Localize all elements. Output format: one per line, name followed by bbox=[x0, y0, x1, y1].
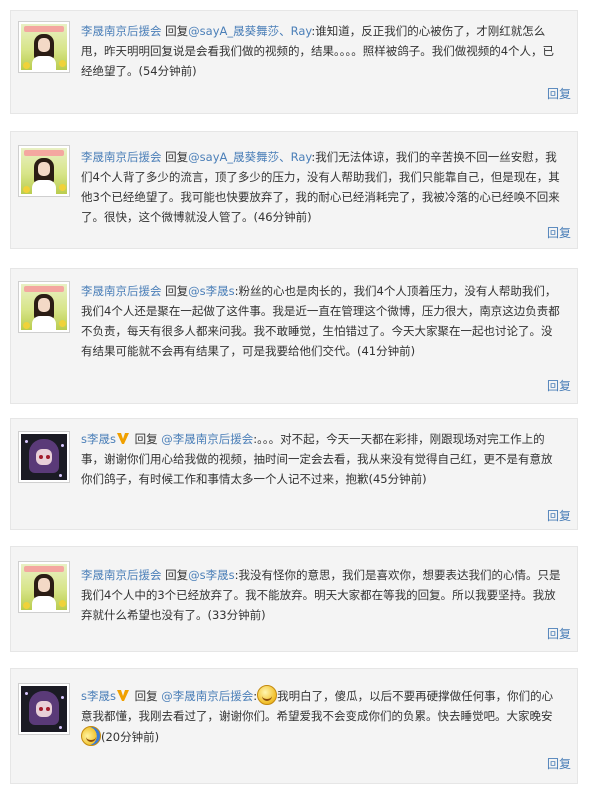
comment-author[interactable]: 李晟南京后援会 bbox=[81, 150, 162, 164]
comment-mention[interactable]: @李晟南京后援会 bbox=[161, 432, 253, 446]
comment-author[interactable]: 李晟南京后援会 bbox=[81, 568, 162, 582]
comment-time: (45分钟前) bbox=[368, 472, 427, 486]
comment-text: 李晟南京后援会 回复@s李晟s:粉丝的心也是肉长的，我们4个人顶着压力，没有人帮… bbox=[81, 281, 561, 361]
comment-card: 李晟南京后援会 回复@s李晟s:粉丝的心也是肉长的，我们4个人顶着压力，没有人帮… bbox=[10, 268, 578, 404]
smile-emoji-icon bbox=[257, 685, 278, 705]
comment-text: s李晟s 回复 @李晟南京后援会:。。。对不起，今天一天都在彩排，刚跟现场对完工… bbox=[81, 429, 561, 489]
reply-verb: 回复 bbox=[134, 689, 158, 703]
vip-v-icon bbox=[116, 433, 129, 444]
comment-text: s李晟s 回复 @李晟南京后援会: 我明白了，傻瓜，以后不要再硬撑做任何事，你们的… bbox=[81, 685, 561, 747]
comment-text: 李晟南京后援会 回复@sayA_晟葵舞莎、Ray:谁知道，反正我们的心被伤了，才… bbox=[81, 21, 561, 81]
avatar[interactable] bbox=[18, 431, 70, 483]
comment-author[interactable]: 李晟南京后援会 bbox=[81, 24, 162, 38]
reply-verb: 回复 bbox=[165, 284, 189, 298]
reply-button[interactable]: 回复 bbox=[547, 377, 571, 394]
avatar[interactable] bbox=[18, 281, 70, 333]
reply-button[interactable]: 回复 bbox=[547, 224, 571, 241]
reply-button[interactable]: 回复 bbox=[547, 755, 571, 772]
reply-verb: 回复 bbox=[165, 568, 189, 582]
reply-button[interactable]: 回复 bbox=[547, 85, 571, 102]
reply-button[interactable]: 回复 bbox=[547, 625, 571, 642]
avatar[interactable] bbox=[18, 21, 70, 73]
comment-mention[interactable]: @李晟南京后援会 bbox=[161, 689, 253, 703]
comment-time: (41分钟前) bbox=[357, 344, 416, 358]
comment-author[interactable]: s李晟s bbox=[81, 689, 116, 703]
comment-author[interactable]: s李晟s bbox=[81, 432, 116, 446]
reply-verb: 回复 bbox=[134, 432, 158, 446]
comment-time: (33分钟前) bbox=[207, 608, 266, 622]
comment-mention[interactable]: @sayA_晟葵舞莎、Ray bbox=[188, 24, 311, 38]
reply-verb: 回复 bbox=[165, 150, 189, 164]
comment-time: (54分钟前) bbox=[138, 64, 197, 78]
comment-feed: 李晟南京后援会 回复@sayA_晟葵舞莎、Ray:谁知道，反正我们的心被伤了，才… bbox=[0, 0, 589, 795]
comment-time: (20分钟前) bbox=[101, 730, 160, 744]
comment-author[interactable]: 李晟南京后援会 bbox=[81, 284, 162, 298]
comment-card: 李晟南京后援会 回复@s李晟s:我没有怪你的意思，我们是喜欢你，想要表达我们的心… bbox=[10, 546, 578, 652]
comment-mention[interactable]: @sayA_晟葵舞莎、Ray bbox=[188, 150, 311, 164]
avatar[interactable] bbox=[18, 145, 70, 197]
avatar[interactable] bbox=[18, 683, 70, 735]
reply-button[interactable]: 回复 bbox=[547, 507, 571, 524]
reply-verb: 回复 bbox=[165, 24, 189, 38]
comment-card: 李晟南京后援会 回复@sayA_晟葵舞莎、Ray:谁知道，反正我们的心被伤了，才… bbox=[10, 10, 578, 114]
comment-time: (46分钟前) bbox=[253, 210, 312, 224]
avatar[interactable] bbox=[18, 561, 70, 613]
comment-card: s李晟s 回复 @李晟南京后援会: 我明白了，傻瓜，以后不要再硬撑做任何事，你们的… bbox=[10, 668, 578, 784]
comment-card: s李晟s 回复 @李晟南京后援会:。。。对不起，今天一天都在彩排，刚跟现场对完工… bbox=[10, 418, 578, 530]
comment-text: 李晟南京后援会 回复@sayA_晟葵舞莎、Ray:我们无法体谅，我们的辛苦换不回… bbox=[81, 147, 561, 227]
goodnight-emoji-icon bbox=[81, 726, 101, 746]
comment-mention[interactable]: @s李晟s bbox=[188, 568, 234, 582]
comment-text: 李晟南京后援会 回复@s李晟s:我没有怪你的意思，我们是喜欢你，想要表达我们的心… bbox=[81, 565, 561, 625]
vip-v-icon bbox=[116, 690, 129, 701]
comment-card: 李晟南京后援会 回复@sayA_晟葵舞莎、Ray:我们无法体谅，我们的辛苦换不回… bbox=[10, 131, 578, 249]
comment-mention[interactable]: @s李晟s bbox=[188, 284, 234, 298]
